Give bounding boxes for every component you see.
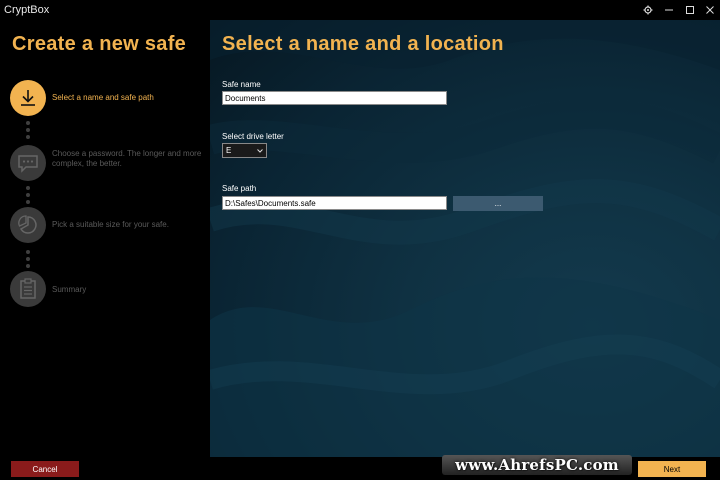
- clipboard-icon: [20, 278, 36, 299]
- app-title: CryptBox: [4, 4, 50, 16]
- step-icon-circle: [10, 80, 46, 116]
- close-icon: [706, 6, 714, 14]
- watermark: www.AhrefsPC.com: [442, 455, 632, 475]
- drive-letter-value: E: [226, 146, 232, 155]
- safe-path-label: Safe path: [222, 184, 257, 193]
- step-label: Summary: [52, 285, 87, 294]
- chat-bubble-icon: [18, 155, 38, 173]
- step-label: Select a name and safe path: [52, 93, 154, 102]
- step-label: Choose a password. The longer and more c…: [52, 149, 202, 168]
- page-title: Select a name and a location: [222, 33, 504, 55]
- step-summary: Summary: [10, 271, 210, 307]
- step-icon-circle: [10, 207, 46, 243]
- step-icon-circle: [10, 271, 46, 307]
- minimize-button[interactable]: [660, 2, 678, 18]
- step-size: Pick a suitable size for your safe.: [10, 207, 210, 243]
- sidebar-heading: Create a new safe: [12, 33, 187, 55]
- browse-button[interactable]: ...: [453, 196, 543, 211]
- drive-letter-select[interactable]: E: [222, 143, 267, 158]
- step-icon-circle: [10, 145, 46, 181]
- step-connector: [26, 186, 30, 207]
- maximize-icon: [686, 6, 694, 14]
- title-bar: CryptBox: [0, 0, 720, 20]
- step-connector: [26, 250, 30, 271]
- drive-letter-label: Select drive letter: [222, 132, 284, 141]
- close-button[interactable]: [701, 2, 719, 18]
- wizard-main-panel: Select a name and a location Safe name S…: [210, 20, 720, 457]
- settings-button[interactable]: [639, 2, 657, 18]
- step-connector: [26, 121, 30, 142]
- next-button[interactable]: Next: [638, 461, 706, 477]
- download-icon: [21, 90, 35, 106]
- cancel-button[interactable]: Cancel: [11, 461, 79, 477]
- step-label: Pick a suitable size for your safe.: [52, 220, 169, 229]
- safe-path-input[interactable]: [222, 196, 447, 210]
- step-password: Choose a password. The longer and more c…: [10, 145, 210, 181]
- background-texture: [210, 20, 720, 457]
- wizard-sidebar: Create a new safe Select a name and safe…: [0, 20, 210, 457]
- chevron-down-icon: [257, 149, 263, 153]
- minimize-icon: [665, 9, 673, 11]
- step-name-and-path: Select a name and safe path: [10, 80, 210, 116]
- safe-name-input[interactable]: [222, 91, 447, 105]
- safe-name-label: Safe name: [222, 80, 261, 89]
- gear-icon: [643, 5, 653, 15]
- maximize-button[interactable]: [681, 2, 699, 18]
- pie-chart-icon: [18, 215, 37, 234]
